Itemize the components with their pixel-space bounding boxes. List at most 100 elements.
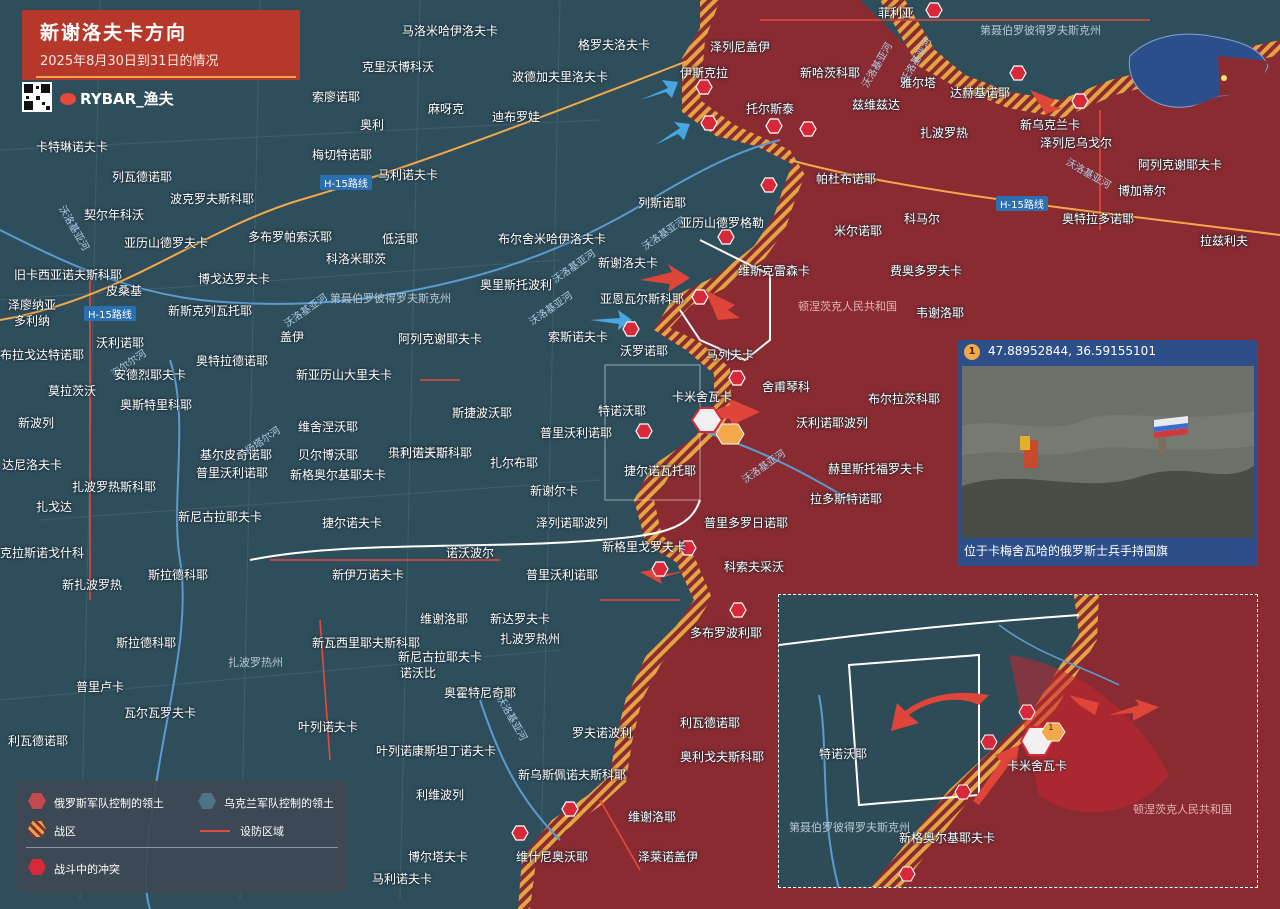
- zoom-town-label: 卡米舍瓦卡: [1007, 759, 1068, 773]
- town-label: 多布罗帕索沃耶: [248, 230, 333, 244]
- photo-coordinates: 47.88952844, 36.59155101: [988, 344, 1156, 358]
- town-label: 阿列克谢耶夫卡: [398, 332, 483, 346]
- town-label: 多利纳: [14, 314, 51, 328]
- town-label: 新达罗夫卡: [490, 612, 551, 626]
- town-label: 捷尔诺瓦托耶: [624, 464, 697, 478]
- photo-badge: 1: [964, 344, 980, 360]
- town-label: 奥特拉德诺耶: [196, 354, 269, 368]
- photo-caption: 位于卡梅舍瓦哈的俄罗斯士兵手持国旗: [964, 544, 1169, 558]
- title-underline: [36, 76, 296, 78]
- town-label: 泽廖纳亚: [8, 298, 57, 312]
- photo-panel: 1 47.88952844, 36.59155101 位于卡梅舍瓦哈的俄罗斯士兵…: [958, 340, 1258, 566]
- town-label: 莫拉茨沃: [48, 384, 97, 398]
- town-label: 新亚历山大里夫卡: [296, 368, 393, 382]
- town-label: 菲利亚: [878, 6, 915, 20]
- town-label: 扎波罗热: [920, 126, 969, 140]
- town-label: 沃罗诺耶: [620, 344, 669, 358]
- town-label: 麻呀克: [428, 102, 465, 116]
- town-label: 列瓦德诺耶: [112, 170, 173, 184]
- photo-header: 1 47.88952844, 36.59155101: [958, 340, 1258, 364]
- town-label: 布尔拉茨科耶: [868, 392, 941, 406]
- legend-russia-label: 俄罗斯军队控制的领土: [54, 797, 164, 810]
- town-label: 索斯诺夫卡: [548, 330, 609, 344]
- road-label: H-15路线: [996, 196, 1048, 211]
- town-label: 利维波列: [416, 788, 465, 802]
- zoom-region-label: 第聂伯罗彼得罗夫斯克州: [789, 821, 910, 834]
- town-label: 新格奥尔基耶夫卡: [290, 468, 387, 482]
- legend-ukraine-swatch: [198, 793, 216, 809]
- town-label: 克拉斯诺戈什科: [0, 546, 85, 560]
- town-label: 拉兹利夫: [1200, 234, 1249, 248]
- town-label: 科索夫采沃: [724, 560, 785, 574]
- town-label: 盖伊: [280, 330, 305, 344]
- town-label: 维什尼奥沃耶: [516, 850, 589, 864]
- town-label: 奥利: [360, 118, 385, 132]
- town-label: 叶列诺夫卡: [298, 720, 359, 734]
- town-label: 克里沃博科沃: [362, 60, 435, 74]
- town-label: 梅切特诺耶: [312, 148, 373, 162]
- town-label: 维斯克雷森卡: [738, 264, 811, 278]
- town-label: 拉多斯特诺耶: [810, 492, 883, 506]
- town-label: 波德加夫里洛夫卡: [512, 70, 609, 84]
- town-label: 基尔皮奇诺耶: [200, 448, 273, 462]
- map-legend: 俄罗斯军队控制的领土 乌克兰军队控制的领土 战区 设防区域 战斗中的冲突: [16, 781, 348, 893]
- town-label: 沃利诺耶波列: [796, 416, 869, 430]
- zoom-town-label: 特诺沃耶: [819, 747, 868, 761]
- region-label-dnipro: 第聂伯罗彼得罗夫斯克州: [330, 292, 451, 305]
- town-label: 维谢洛耶: [420, 612, 469, 626]
- town-label: 亚恩瓦尔斯科耶: [600, 292, 685, 306]
- title-panel: 新谢洛夫卡方向 2025年8月30日到31日的情况: [22, 10, 300, 80]
- town-label: 斯拉德科耶: [116, 636, 177, 650]
- town-label: 韦谢洛耶: [916, 306, 965, 320]
- town-label: 奥利戈夫斯科耶: [680, 750, 765, 764]
- town-label: 泽列诺耶波列: [536, 516, 609, 530]
- town-label: 利瓦德诺耶: [8, 734, 69, 748]
- town-label: 诺沃波尔: [446, 546, 495, 560]
- town-label: 扎波罗热州: [500, 632, 561, 646]
- page-subtitle: 2025年8月30日到31日的情况: [40, 54, 219, 69]
- town-label: 赫里斯托福罗夫卡: [828, 462, 925, 476]
- zoom-region-label: 顿涅茨克人民共和国: [1133, 803, 1232, 816]
- legend-defense-label: 设防区域: [240, 825, 284, 838]
- legend-defense-swatch: [200, 830, 230, 832]
- town-label: 科马尔: [904, 212, 941, 226]
- town-label: 普里多罗日诺耶: [704, 516, 789, 530]
- town-label: 新波列: [18, 416, 55, 430]
- zoom-inset: 特诺沃耶 卡米舍瓦卡 新格奥尔基耶夫卡 第聂伯罗彼得罗夫斯克州 顿涅茨克人民共和…: [778, 594, 1258, 888]
- town-label: 契尔年科沃: [84, 208, 145, 222]
- town-label: 新谢洛夫卡: [598, 256, 659, 270]
- brand-text: RYBAR_渔夫: [80, 90, 174, 108]
- town-label: 新乌克兰卡: [1020, 118, 1081, 132]
- town-label: 新谢尔卡: [530, 484, 579, 498]
- legend-combat-label: 战区: [54, 825, 76, 838]
- town-label: 马利诺夫卡: [372, 872, 433, 886]
- legend-combat-swatch: [28, 821, 46, 837]
- town-label: 兹维兹达: [852, 98, 901, 112]
- town-label: 斯拉德科耶: [148, 568, 209, 582]
- town-label: 新斯克列瓦托耶: [168, 304, 253, 318]
- town-label: 皮桑基: [106, 284, 143, 298]
- town-label: 阿列克谢耶夫卡: [1138, 158, 1223, 172]
- town-label: 新扎波罗热: [62, 578, 123, 592]
- road-label: H-15路线: [84, 306, 136, 321]
- region-label-dnipro-ne: 第聂伯罗彼得罗夫斯克州: [980, 24, 1101, 37]
- town-label: 奥特拉多诺耶: [1062, 212, 1135, 226]
- town-label: 帕杜布诺耶: [816, 172, 877, 186]
- overview-map: [1120, 16, 1270, 126]
- town-label: 费奥多罗夫卡: [890, 264, 963, 278]
- town-label: 雅尔塔: [900, 76, 937, 90]
- legend-clash-label: 战斗中的冲突: [54, 863, 120, 876]
- town-label: 泽列尼乌戈尔: [1040, 136, 1113, 150]
- town-label: 迪布罗娃: [492, 110, 541, 124]
- qr-code-icon: [22, 82, 52, 112]
- zoom-badge: 1: [1048, 723, 1054, 733]
- town-label: 普里沃利诺耶: [540, 426, 613, 440]
- town-label: 马利诺夫卡: [378, 168, 439, 182]
- town-label: 新尼古拉耶夫卡: [178, 510, 263, 524]
- legend-clash-swatch: [28, 859, 46, 875]
- town-label: 亚历山德罗格勒: [680, 216, 765, 230]
- photo-image: [962, 366, 1254, 538]
- town-label: 新格里戈罗夫卡: [602, 540, 687, 554]
- town-label: 普里卢卡: [76, 680, 125, 694]
- town-label: 罗夫诺波利: [572, 726, 633, 740]
